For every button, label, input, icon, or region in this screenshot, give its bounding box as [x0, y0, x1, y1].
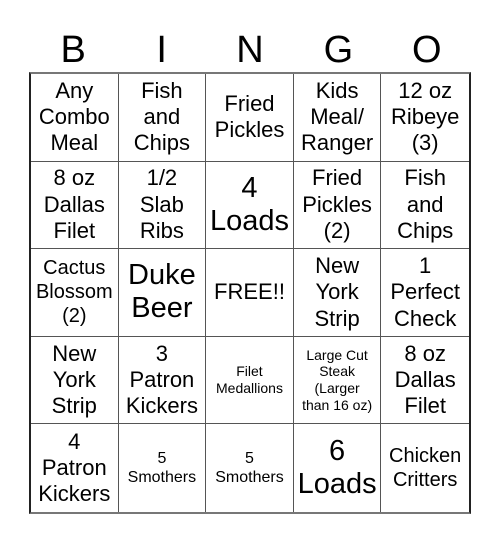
bingo-cell[interactable]: 5 Smothers	[119, 424, 207, 512]
bingo-cell[interactable]: 12 oz Ribeye (3)	[381, 74, 469, 162]
bingo-cell[interactable]: Any Combo Meal	[31, 74, 119, 162]
header-letter-n: N	[236, 29, 264, 71]
bingo-cell[interactable]: Filet Medallions	[206, 336, 294, 425]
bingo-cell[interactable]: New York Strip	[31, 336, 119, 425]
bingo-cell[interactable]: Kids Meal/ Ranger	[293, 74, 382, 162]
header-letter-g: G	[323, 29, 354, 71]
bingo-cell[interactable]: Chicken Critters	[381, 424, 469, 512]
header-letter-b: B	[60, 29, 86, 71]
header-letter-i: I	[156, 29, 167, 71]
bingo-cell[interactable]: 5 Smothers	[206, 424, 294, 512]
bingo-header: B I N G O	[29, 28, 471, 72]
bingo-cell[interactable]: Large Cut Steak (Larger than 16 oz)	[293, 336, 382, 425]
free-space-cell[interactable]: FREE!!	[206, 249, 294, 337]
bingo-cell[interactable]: New York Strip	[293, 249, 382, 337]
bingo-cell[interactable]: Cactus Blossom (2)	[31, 249, 119, 337]
bingo-cell[interactable]: 8 oz Dallas Filet	[31, 161, 119, 250]
bingo-cell[interactable]: Fried Pickles (2)	[293, 161, 382, 250]
bingo-cell[interactable]: 8 oz Dallas Filet	[381, 337, 469, 425]
bingo-card-grid: Any Combo Meal Fish and Chips Fried Pickle…	[29, 72, 471, 514]
bingo-cell[interactable]: 1/2 Slab Ribs	[118, 161, 207, 250]
bingo-cell[interactable]: Fish and Chips	[118, 74, 207, 162]
header-letter-o: O	[412, 29, 442, 71]
bingo-cell[interactable]: 1 Perfect Check	[381, 249, 469, 337]
bingo-cell[interactable]: Duke Beer	[118, 249, 207, 337]
bingo-cell[interactable]: 4 Loads	[206, 161, 294, 250]
bingo-cell[interactable]: 6 Loads	[294, 424, 382, 512]
bingo-cell[interactable]: Fish and Chips	[381, 162, 469, 250]
bingo-cell[interactable]: 4 Patron Kickers	[31, 424, 119, 512]
bingo-cell[interactable]: Fried Pickles	[206, 74, 294, 162]
bingo-cell[interactable]: 3 Patron Kickers	[118, 336, 207, 425]
